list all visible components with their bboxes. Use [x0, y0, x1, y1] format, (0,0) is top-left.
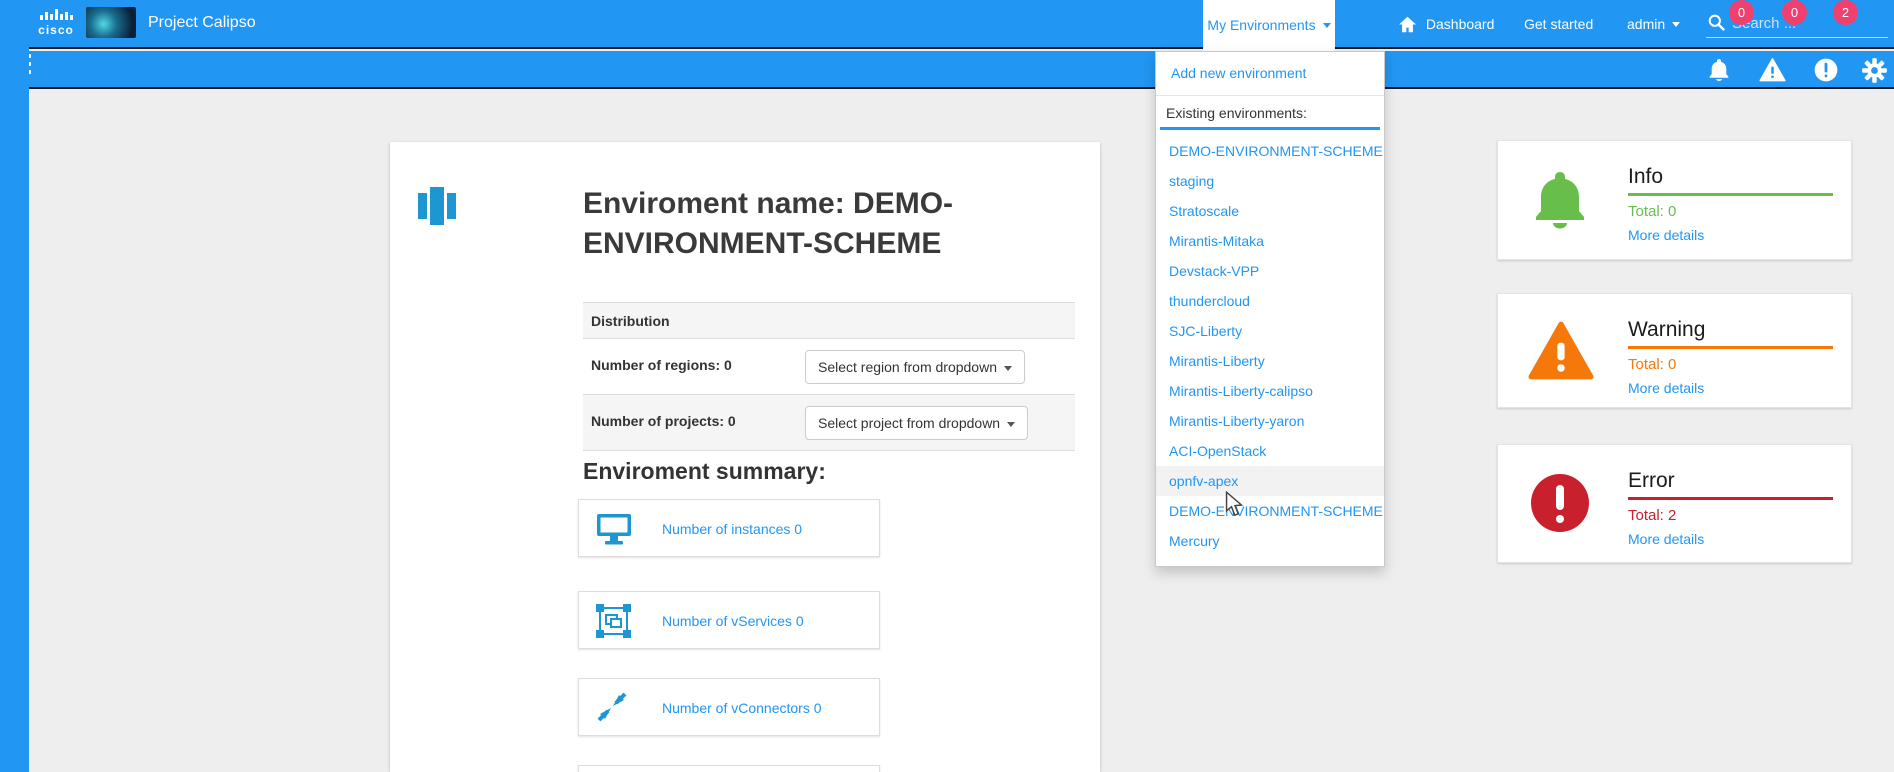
warning-count-badge: 0 — [1782, 0, 1807, 25]
mouse-cursor — [1224, 491, 1244, 517]
info-rule — [1628, 193, 1833, 196]
warning-rule — [1628, 346, 1833, 349]
select-project-dropdown-button[interactable]: Select project from dropdown — [805, 406, 1028, 440]
summary-item-instances[interactable]: Number of instances 0 — [578, 499, 880, 557]
info-notifications-button[interactable] — [1706, 57, 1732, 83]
gear-icon — [1861, 57, 1888, 84]
info-bell-icon — [1528, 167, 1592, 233]
nav-admin-label: admin — [1627, 16, 1665, 32]
dropdown-blue-rule — [1160, 127, 1380, 130]
environment-item[interactable]: Mercury — [1156, 526, 1384, 556]
environment-item[interactable]: Mirantis-Liberty — [1156, 346, 1384, 376]
dropdown-divider — [1156, 95, 1384, 96]
search-icon — [1708, 14, 1725, 31]
vservices-label: Number of vServices 0 — [662, 592, 804, 650]
page-title: Project Calipso — [148, 14, 256, 32]
chevron-down-icon — [1007, 422, 1015, 427]
warning-notifications-button[interactable] — [1759, 57, 1785, 83]
warning-more-details-link[interactable]: More details — [1628, 380, 1704, 396]
chevron-down-icon — [1004, 366, 1012, 371]
error-rule — [1628, 497, 1833, 500]
select-region-dropdown-button[interactable]: Select region from dropdown — [805, 350, 1025, 384]
cisco-logo: cisco — [30, 8, 82, 39]
vservice-icon — [595, 603, 632, 639]
chevron-down-icon — [1323, 23, 1331, 28]
home-icon — [1398, 16, 1417, 33]
vconnector-icon — [595, 690, 629, 724]
environment-item[interactable]: DEMO-ENVIRONMENT-SCHEME — [1156, 136, 1384, 166]
summary-item-vservices[interactable]: Number of vServices 0 — [578, 591, 880, 649]
regions-row: Number of regions: 0 Select region from … — [583, 339, 1075, 395]
environment-icon — [418, 187, 458, 225]
error-count-badge: 2 — [1833, 0, 1858, 25]
warning-triangle-icon — [1759, 57, 1786, 83]
instances-label: Number of instances 0 — [662, 500, 802, 558]
info-total: Total: 0 — [1628, 203, 1676, 220]
search-input[interactable] — [1732, 10, 1882, 36]
error-title: Error — [1628, 469, 1675, 493]
warning-icon — [1528, 320, 1594, 382]
environment-item[interactable]: thundercloud — [1156, 286, 1384, 316]
warning-title: Warning — [1628, 318, 1705, 342]
nav-dashboard-label: Dashboard — [1426, 16, 1495, 32]
brand-image — [86, 7, 136, 38]
environment-item[interactable]: Mirantis-Liberty-yaron — [1156, 406, 1384, 436]
top-navbar: cisco Project Calipso My Environments Da… — [0, 0, 1894, 49]
settings-button[interactable] — [1861, 57, 1887, 83]
cisco-logo-bars — [30, 8, 82, 20]
summary-item-partial[interactable] — [578, 765, 880, 772]
bell-icon — [1706, 57, 1732, 83]
chevron-down-icon — [1672, 22, 1680, 27]
projects-label: Number of projects: 0 — [591, 413, 736, 429]
summary-item-vconnectors[interactable]: Number of vConnectors 0 — [578, 678, 880, 736]
existing-environments-label: Existing environments: — [1156, 103, 1384, 127]
projects-row: Number of projects: 0 Select project fro… — [583, 395, 1075, 451]
warning-total: Total: 0 — [1628, 356, 1676, 373]
distribution-table: Distribution Number of regions: 0 Select… — [583, 302, 1075, 451]
error-card: Error Total: 2 More details — [1497, 444, 1852, 563]
environment-item[interactable]: Mirantis-Mitaka — [1156, 226, 1384, 256]
error-notifications-button[interactable] — [1813, 57, 1839, 83]
add-new-environment-link[interactable]: Add new environment — [1156, 52, 1384, 87]
regions-label: Number of regions: 0 — [591, 357, 732, 373]
error-icon — [1528, 471, 1592, 535]
select-project-label: Select project from dropdown — [818, 415, 1000, 431]
nav-get-started[interactable]: Get started — [1524, 0, 1593, 49]
info-more-details-link[interactable]: More details — [1628, 227, 1704, 243]
select-region-label: Select region from dropdown — [818, 359, 997, 375]
error-total: Total: 2 — [1628, 507, 1676, 524]
environment-item[interactable]: DEMO-ENVIRONMENT-SCHEME — [1156, 496, 1384, 526]
nav-my-environments-label: My Environments — [1207, 17, 1315, 33]
collapsed-sidebar[interactable] — [0, 0, 29, 772]
nav-dashboard[interactable]: Dashboard — [1398, 0, 1494, 49]
environment-card: Enviroment name: DEMO-ENVIRONMENT-SCHEME… — [390, 142, 1100, 772]
environment-item[interactable]: SJC-Liberty — [1156, 316, 1384, 346]
environment-summary-heading: Enviroment summary: — [583, 458, 826, 485]
environment-item[interactable]: Stratoscale — [1156, 196, 1384, 226]
nav-admin-menu[interactable]: admin — [1627, 0, 1680, 49]
warning-card: Warning Total: 0 More details — [1497, 293, 1852, 408]
nav-my-environments[interactable]: My Environments — [1203, 0, 1335, 51]
environment-item[interactable]: Devstack-VPP — [1156, 256, 1384, 286]
environment-item-hovered[interactable]: opnfv-apex — [1156, 466, 1384, 496]
monitor-icon — [595, 511, 633, 547]
environment-item[interactable]: staging — [1156, 166, 1384, 196]
environment-item[interactable]: Mirantis-Liberty-calipso — [1156, 376, 1384, 406]
sub-navbar — [0, 51, 1894, 89]
error-more-details-link[interactable]: More details — [1628, 531, 1704, 547]
nav-get-started-label: Get started — [1524, 16, 1593, 32]
environment-title: Enviroment name: DEMO-ENVIRONMENT-SCHEME — [583, 184, 1053, 264]
error-circle-icon — [1813, 57, 1839, 83]
info-count-badge: 0 — [1729, 0, 1754, 25]
cisco-logo-text: cisco — [38, 23, 74, 37]
vconnectors-label: Number of vConnectors 0 — [662, 679, 822, 737]
calipso-dashboard: cisco Project Calipso My Environments Da… — [0, 0, 1894, 772]
info-card: Info Total: 0 More details — [1497, 140, 1852, 260]
environments-dropdown: Add new environment Existing environment… — [1155, 51, 1385, 567]
distribution-header: Distribution — [583, 303, 1075, 339]
info-title: Info — [1628, 165, 1663, 189]
environment-item[interactable]: ACI-OpenStack — [1156, 436, 1384, 466]
